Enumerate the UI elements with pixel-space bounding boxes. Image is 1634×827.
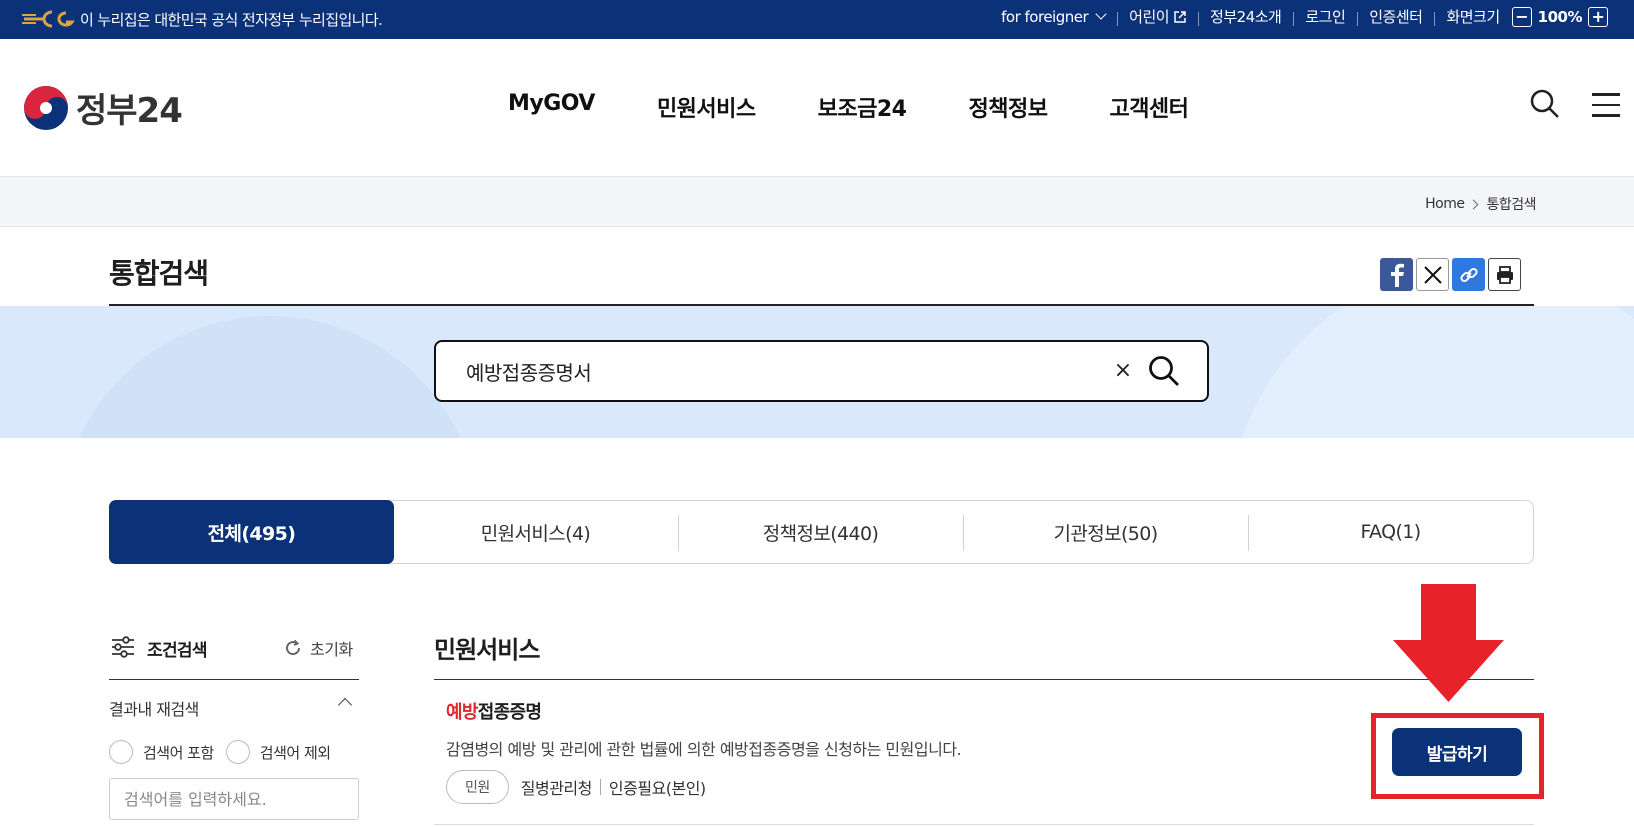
- result-category-tabs: 전체(495) 민원서비스(4) 정책정보(440) 기관정보(50) FAQ(…: [109, 500, 1534, 564]
- radio-circle: [109, 740, 133, 764]
- search-input[interactable]: [466, 354, 1066, 388]
- copy-link-button[interactable]: [1452, 258, 1485, 291]
- kids-link[interactable]: 어린이: [1117, 6, 1198, 27]
- kids-label: 어린이: [1129, 8, 1170, 26]
- official-notice: 이 누리집은 대한민국 공식 전자정부 누리집입니다.: [80, 11, 383, 29]
- exclude-keyword-label: 검색어 제외: [259, 743, 331, 762]
- refine-search-title: 결과내 재검색: [109, 700, 199, 719]
- issue-button[interactable]: 발급하기: [1392, 728, 1522, 776]
- cert-center-link[interactable]: 인증센터: [1357, 6, 1434, 27]
- nav-civil-service[interactable]: 민원서비스: [657, 91, 756, 123]
- chevron-down-icon: [1095, 8, 1107, 20]
- login-link[interactable]: 로그인: [1293, 6, 1357, 27]
- tab-civil-service[interactable]: 민원서비스(4): [393, 501, 678, 563]
- refine-search-toggle[interactable]: 결과내 재검색: [109, 696, 359, 720]
- brand-name: 정부24: [76, 91, 183, 131]
- chevron-up-icon: [337, 697, 353, 713]
- login-label: 로그인: [1305, 8, 1346, 26]
- zoom-out-button[interactable]: −: [1511, 6, 1532, 27]
- x-share-button[interactable]: [1416, 258, 1449, 291]
- tab-policy-info[interactable]: 정책정보(440): [678, 501, 963, 563]
- external-link-icon: [1174, 10, 1186, 23]
- main-navigation: MyGOV 민원서비스 보조금24 정책정보 고객센터: [508, 91, 1250, 123]
- for-foreigner-label: for foreigner: [1001, 7, 1089, 26]
- x-icon: [1423, 265, 1442, 284]
- reset-label: 초기화: [310, 640, 353, 659]
- screen-size-control: 화면크기 − 100% +: [1434, 6, 1620, 27]
- red-arrow-down-icon: [1393, 584, 1504, 702]
- cert-center-label: 인증센터: [1369, 8, 1423, 26]
- hamburger-menu-icon[interactable]: [1592, 93, 1620, 117]
- utility-links: for foreigner 어린이 정부24소개 로그인 인증센터 화면크기 −…: [989, 6, 1620, 27]
- facebook-share-button[interactable]: [1380, 258, 1413, 291]
- result-auth: 인증필요(본인): [608, 779, 706, 798]
- nav-customer-center[interactable]: 고객센터: [1109, 91, 1188, 123]
- tab-faq[interactable]: FAQ(1): [1248, 501, 1533, 563]
- site-header: 정부24 MyGOV 민원서비스 보조금24 정책정보 고객센터: [0, 39, 1634, 177]
- home-logo-link[interactable]: 정부24: [22, 83, 183, 132]
- page-title: 통합검색: [109, 257, 209, 290]
- egov-logo-icon: [22, 10, 75, 28]
- breadcrumb-bar: Home 통합검색: [0, 177, 1634, 227]
- refine-search-input[interactable]: [109, 778, 359, 820]
- section-title: 민원서비스: [434, 636, 540, 664]
- about-label: 정부24소개: [1210, 8, 1282, 26]
- category-badge: 민원: [446, 770, 509, 804]
- breadcrumb-home[interactable]: Home: [1425, 196, 1465, 212]
- radio-circle: [225, 740, 250, 764]
- print-icon: [1496, 265, 1513, 284]
- refresh-icon: [286, 639, 301, 656]
- facebook-icon: [1390, 263, 1404, 287]
- zoom-level: 100%: [1537, 7, 1583, 26]
- exclude-keyword-radio[interactable]: 검색어 제외: [225, 740, 331, 764]
- chevron-right-icon: [1469, 199, 1479, 209]
- about-link[interactable]: 정부24소개: [1198, 6, 1293, 27]
- zoom-in-button[interactable]: +: [1588, 6, 1608, 27]
- filter-sliders-icon: [112, 636, 134, 658]
- tab-agency-info[interactable]: 기관정보(50): [963, 501, 1248, 563]
- nav-mygov[interactable]: MyGOV: [508, 91, 595, 123]
- screen-size-label: 화면크기: [1446, 8, 1500, 26]
- search-submit-icon[interactable]: [1148, 355, 1180, 387]
- refine-options: 검색어 포함 검색어 제외: [109, 740, 343, 764]
- taegeuk-emblem-icon: [24, 85, 68, 130]
- link-icon: [1459, 267, 1478, 282]
- section-divider: [434, 679, 1534, 680]
- filter-title: 조건검색: [147, 641, 207, 661]
- result-divider: [434, 824, 1534, 825]
- include-keyword-radio[interactable]: 검색어 포함: [109, 740, 214, 764]
- include-keyword-label: 검색어 포함: [143, 743, 214, 762]
- result-title-highlight: 예방: [446, 702, 478, 723]
- clear-search-button[interactable]: ×: [1112, 360, 1134, 382]
- result-title-rest: 접종증명: [477, 702, 542, 723]
- share-tools: [1380, 258, 1524, 291]
- print-button[interactable]: [1488, 258, 1521, 291]
- search-box: ×: [434, 340, 1209, 402]
- breadcrumb: Home 통합검색: [1425, 194, 1536, 214]
- search-icon[interactable]: [1530, 89, 1560, 119]
- meta-divider: [599, 779, 601, 795]
- result-agency: 질병관리청: [520, 779, 593, 798]
- reset-filter-button[interactable]: 초기화: [284, 636, 353, 660]
- tab-all[interactable]: 전체(495): [109, 500, 394, 564]
- nav-subsidy24[interactable]: 보조금24: [818, 91, 907, 123]
- filter-header: 조건검색 초기화: [109, 632, 359, 680]
- for-foreigner-link[interactable]: for foreigner: [989, 8, 1117, 26]
- top-utility-bar: 이 누리집은 대한민국 공식 전자정부 누리집입니다. for foreigne…: [0, 0, 1634, 39]
- nav-policy-info[interactable]: 정책정보: [968, 91, 1047, 123]
- breadcrumb-current: 통합검색: [1486, 197, 1536, 213]
